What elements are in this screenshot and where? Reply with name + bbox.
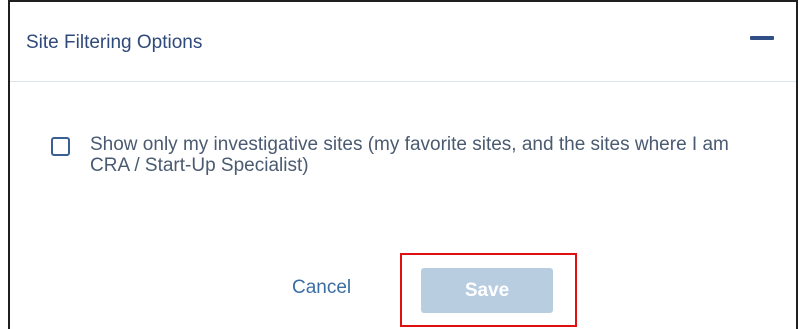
site-filtering-panel: Site Filtering Options Show only my inve…: [8, 0, 798, 329]
collapse-button[interactable]: [748, 28, 776, 48]
save-button[interactable]: Save: [421, 268, 553, 313]
minus-icon: [750, 36, 774, 40]
investigative-sites-checkbox[interactable]: [51, 137, 70, 156]
cancel-button[interactable]: Cancel: [292, 277, 351, 299]
panel-header: Site Filtering Options: [10, 2, 796, 82]
panel-title: Site Filtering Options: [26, 32, 203, 53]
investigative-sites-label[interactable]: Show only my investigative sites (my fav…: [90, 134, 750, 176]
